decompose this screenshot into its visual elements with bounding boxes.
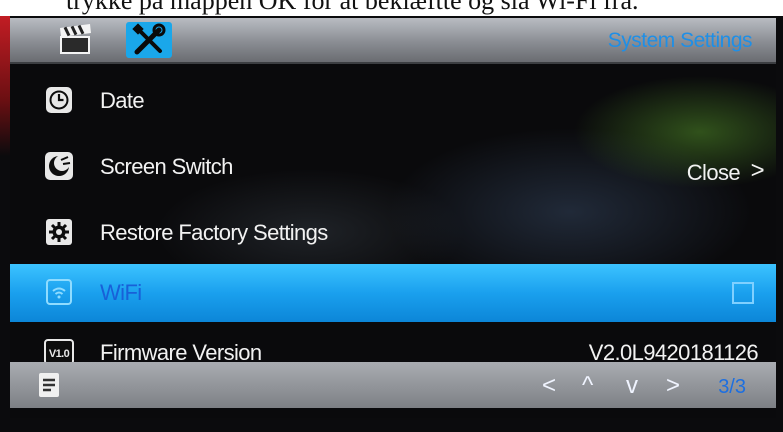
gear-icon bbox=[44, 217, 74, 247]
tab-video[interactable] bbox=[52, 22, 98, 58]
clock-icon bbox=[44, 85, 74, 115]
menu-item-wifi[interactable]: WiFi bbox=[10, 264, 776, 322]
device-frame: System Settings Date Screen Switch Close… bbox=[0, 16, 783, 432]
menu-item-label: Screen Switch bbox=[100, 154, 233, 179]
menu-header: System Settings bbox=[10, 18, 776, 64]
menu-item-screen-switch[interactable]: Screen Switch Close > bbox=[10, 138, 776, 196]
dashcam-screen: System Settings Date Screen Switch Close… bbox=[10, 18, 776, 418]
menu-item-label: WiFi bbox=[100, 280, 142, 305]
menu-item-label: Date bbox=[100, 88, 145, 113]
nav-left-button[interactable]: < bbox=[542, 372, 556, 400]
tools-icon bbox=[132, 23, 166, 55]
tab-system-settings[interactable] bbox=[126, 22, 172, 58]
menu-item-label: Restore Factory Settings bbox=[100, 220, 328, 245]
page-indicator: 3/3 bbox=[718, 376, 746, 398]
wifi-checkbox[interactable] bbox=[732, 282, 754, 304]
screen-switch-value: Close bbox=[686, 160, 741, 185]
svg-text:V1.0: V1.0 bbox=[49, 348, 70, 360]
menu-footer: < ^ v > 3/3 bbox=[10, 362, 776, 408]
chevron-right-icon: > bbox=[750, 157, 765, 184]
page-title: System Settings bbox=[607, 29, 753, 52]
nav-up-button[interactable]: ^ bbox=[582, 372, 593, 400]
screen-switch-icon bbox=[44, 151, 74, 181]
video-clapper-icon bbox=[60, 24, 91, 54]
menu-item-restore-factory-settings[interactable]: Restore Factory Settings bbox=[10, 204, 776, 262]
nav-right-button[interactable]: > bbox=[666, 372, 680, 400]
wifi-icon bbox=[44, 277, 74, 307]
menu-list-icon[interactable] bbox=[38, 372, 60, 403]
menu-item-date[interactable]: Date bbox=[10, 72, 776, 130]
nav-down-button[interactable]: v bbox=[626, 372, 638, 400]
